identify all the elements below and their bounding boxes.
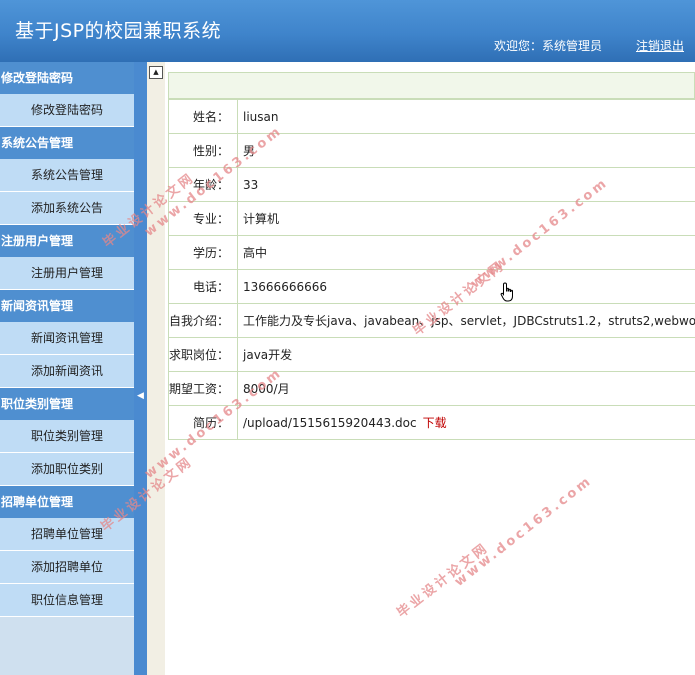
job-position-value: java开发 [237,337,695,372]
education-value: 高中 [237,235,695,270]
menu-item-add-announcement[interactable]: 添加系统公告 [0,192,134,225]
download-link[interactable]: 下载 [423,416,447,430]
menu-item-manage-news[interactable]: 新闻资讯管理 [0,322,134,355]
logout-link[interactable]: 注销退出 [636,37,684,54]
menu-item-add-job-category[interactable]: 添加职位类别 [0,453,134,486]
table-row: 学历： 高中 [167,235,695,270]
phone-label: 电话： [167,269,239,304]
menu-group-password[interactable]: 修改登陆密码 [0,62,134,94]
menu-item-manage-job-categories[interactable]: 职位类别管理 [0,420,134,453]
menu-group-announcements[interactable]: 系统公告管理 [0,127,134,159]
education-label: 学历： [167,235,239,270]
site-title: 基于JSP的校园兼职系统 [15,20,222,42]
menu-group-job-categories[interactable]: 职位类别管理 [0,388,134,420]
name-value: liusan [237,99,695,134]
gender-value: 男 [237,133,695,168]
menu-item-add-employer[interactable]: 添加招聘单位 [0,551,134,584]
job-position-label: 求职岗位： [167,337,239,372]
menu-item-manage-jobs[interactable]: 职位信息管理 [0,584,134,617]
table-row: 专业： 计算机 [167,201,695,236]
header-bar: 基于JSP的校园兼职系统 欢迎您：系统管理员 注销退出 [0,0,695,62]
welcome-text: 欢迎您：系统管理员 [494,39,603,53]
intro-value: 工作能力及专长java、javabean、jsp、servlet，JDBCstr… [237,303,695,338]
menu-item-add-news[interactable]: 添加新闻资讯 [0,355,134,388]
sidebar: 修改登陆密码 修改登陆密码 系统公告管理 系统公告管理 添加系统公告 注册用户管… [0,62,134,675]
sidebar-splitter[interactable]: ◀ [134,62,147,675]
table-row: 年龄： 33 [167,167,695,202]
major-value: 计算机 [237,201,695,236]
name-label: 姓名： [167,99,239,134]
salary-value: 8000/月 [237,371,695,406]
salary-label: 期望工资： [167,371,239,406]
intro-label: 自我介绍： [167,303,239,338]
table-row: 求职岗位： java开发 [167,337,695,372]
table-row: 姓名： liusan [167,99,695,134]
content-header-strip [168,72,695,99]
resume-cell: /upload/1515615920443.doc 下载 [237,405,695,440]
menu-item-change-password[interactable]: 修改登陆密码 [0,94,134,127]
resume-path: /upload/1515615920443.doc [243,416,417,430]
collapse-arrow-icon[interactable]: ◀ [137,391,144,401]
vertical-scrollbar[interactable]: ▲ [147,62,165,675]
table-row: 电话： 13666666666 [167,269,695,304]
scroll-up-arrow-icon[interactable]: ▲ [149,66,163,79]
table-row: 简历： /upload/1515615920443.doc 下载 [167,405,695,440]
hand-cursor-icon [500,282,513,302]
age-value: 33 [237,167,695,202]
menu-item-manage-announcements[interactable]: 系统公告管理 [0,159,134,192]
menu-item-manage-users[interactable]: 注册用户管理 [0,257,134,290]
menu-group-news[interactable]: 新闻资讯管理 [0,290,134,322]
